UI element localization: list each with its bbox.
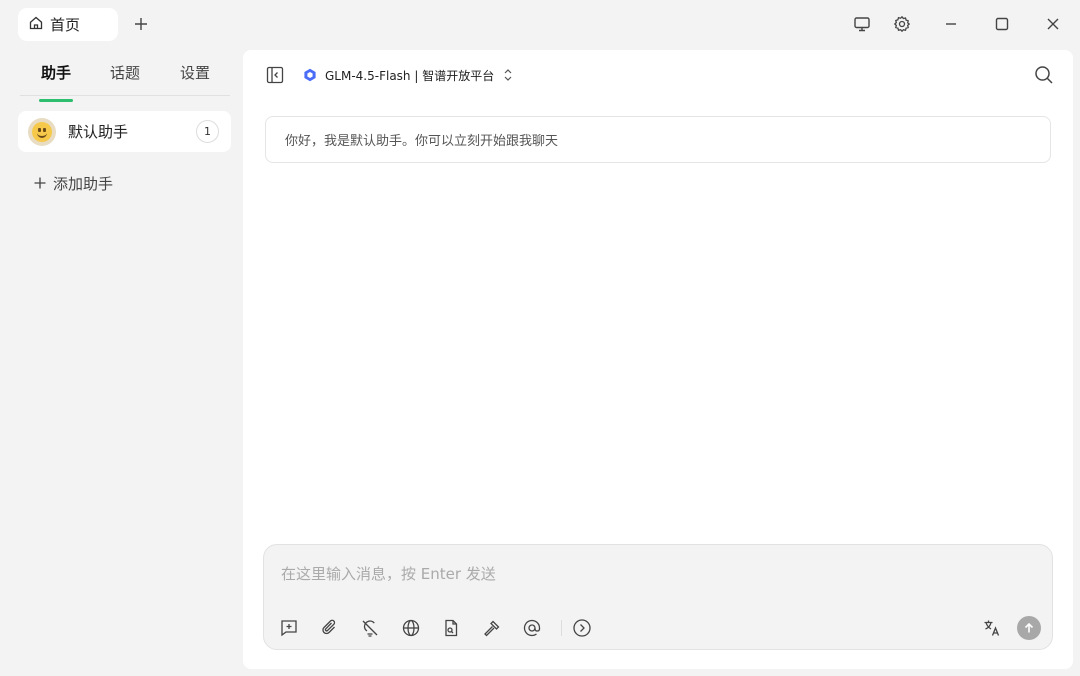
chat-panel: GLM-4.5-Flash | 智谱开放平台 你好，我是默认助手。你可以立刻开始… [243,50,1073,669]
welcome-text: 你好，我是默认助手。你可以立刻开始跟我聊天 [285,134,559,149]
tab-topics-label: 话题 [109,64,140,82]
minimize-icon[interactable] [941,14,961,34]
smiley-icon [32,121,52,142]
model-label: GLM-4.5-Flash | 智谱开放平台 [325,68,495,83]
tab-assistants[interactable]: 助手 [29,62,83,102]
sidebar-toggle-icon[interactable] [265,65,285,85]
tab-settings-label: 设置 [179,64,210,82]
sidebar: 助手 话题 设置 默认助手 1 添加助手 [0,50,243,676]
add-assistant-label: 添加助手 [53,174,114,193]
active-tab-indicator [39,99,73,102]
expand-icon[interactable] [571,617,593,639]
title-bar: 首页 [0,0,1080,50]
close-icon[interactable] [1043,14,1063,34]
tab-home-label: 首页 [50,16,81,34]
plus-icon[interactable] [131,14,151,34]
tab-settings[interactable]: 设置 [168,62,222,90]
message-input-box[interactable]: 在这里输入消息，按 Enter 发送 [263,544,1053,650]
model-selector[interactable]: GLM-4.5-Flash | 智谱开放平台 [303,64,514,86]
knowledge-icon[interactable] [440,617,462,639]
attachment-icon[interactable] [319,617,341,639]
send-button[interactable] [1017,616,1041,640]
sidebar-tabs: 助手 话题 设置 [20,56,230,102]
zhipu-logo-icon [304,68,316,82]
search-icon[interactable] [1033,64,1055,86]
new-topic-icon[interactable] [278,617,300,639]
translate-icon[interactable] [981,617,1003,639]
tools-icon[interactable] [481,617,503,639]
home-icon [28,15,44,35]
tab-topics[interactable]: 话题 [98,62,152,90]
topic-count-badge: 1 [196,120,219,143]
tab-home[interactable]: 首页 [18,8,118,41]
thinking-off-icon[interactable] [359,617,381,639]
avatar [28,117,56,146]
plus-icon [34,177,46,189]
monitor-icon[interactable] [852,14,872,34]
maximize-icon[interactable] [992,14,1012,34]
chat-header: GLM-4.5-Flash | 智谱开放平台 [243,50,1073,100]
chevron-updown-icon [504,69,512,81]
tab-assistants-label: 助手 [40,64,71,82]
gear-icon[interactable] [892,14,912,34]
web-search-icon[interactable] [400,617,422,639]
send-icon [1024,622,1034,633]
toolbar-divider [561,620,562,636]
assistant-name: 默认助手 [68,123,129,141]
message-input[interactable]: 在这里输入消息，按 Enter 发送 [281,563,496,584]
mention-icon[interactable] [521,617,543,639]
assistant-item-default[interactable]: 默认助手 1 [18,111,231,152]
add-assistant-button[interactable]: 添加助手 [33,172,113,194]
welcome-message: 你好，我是默认助手。你可以立刻开始跟我聊天 [265,116,1051,163]
